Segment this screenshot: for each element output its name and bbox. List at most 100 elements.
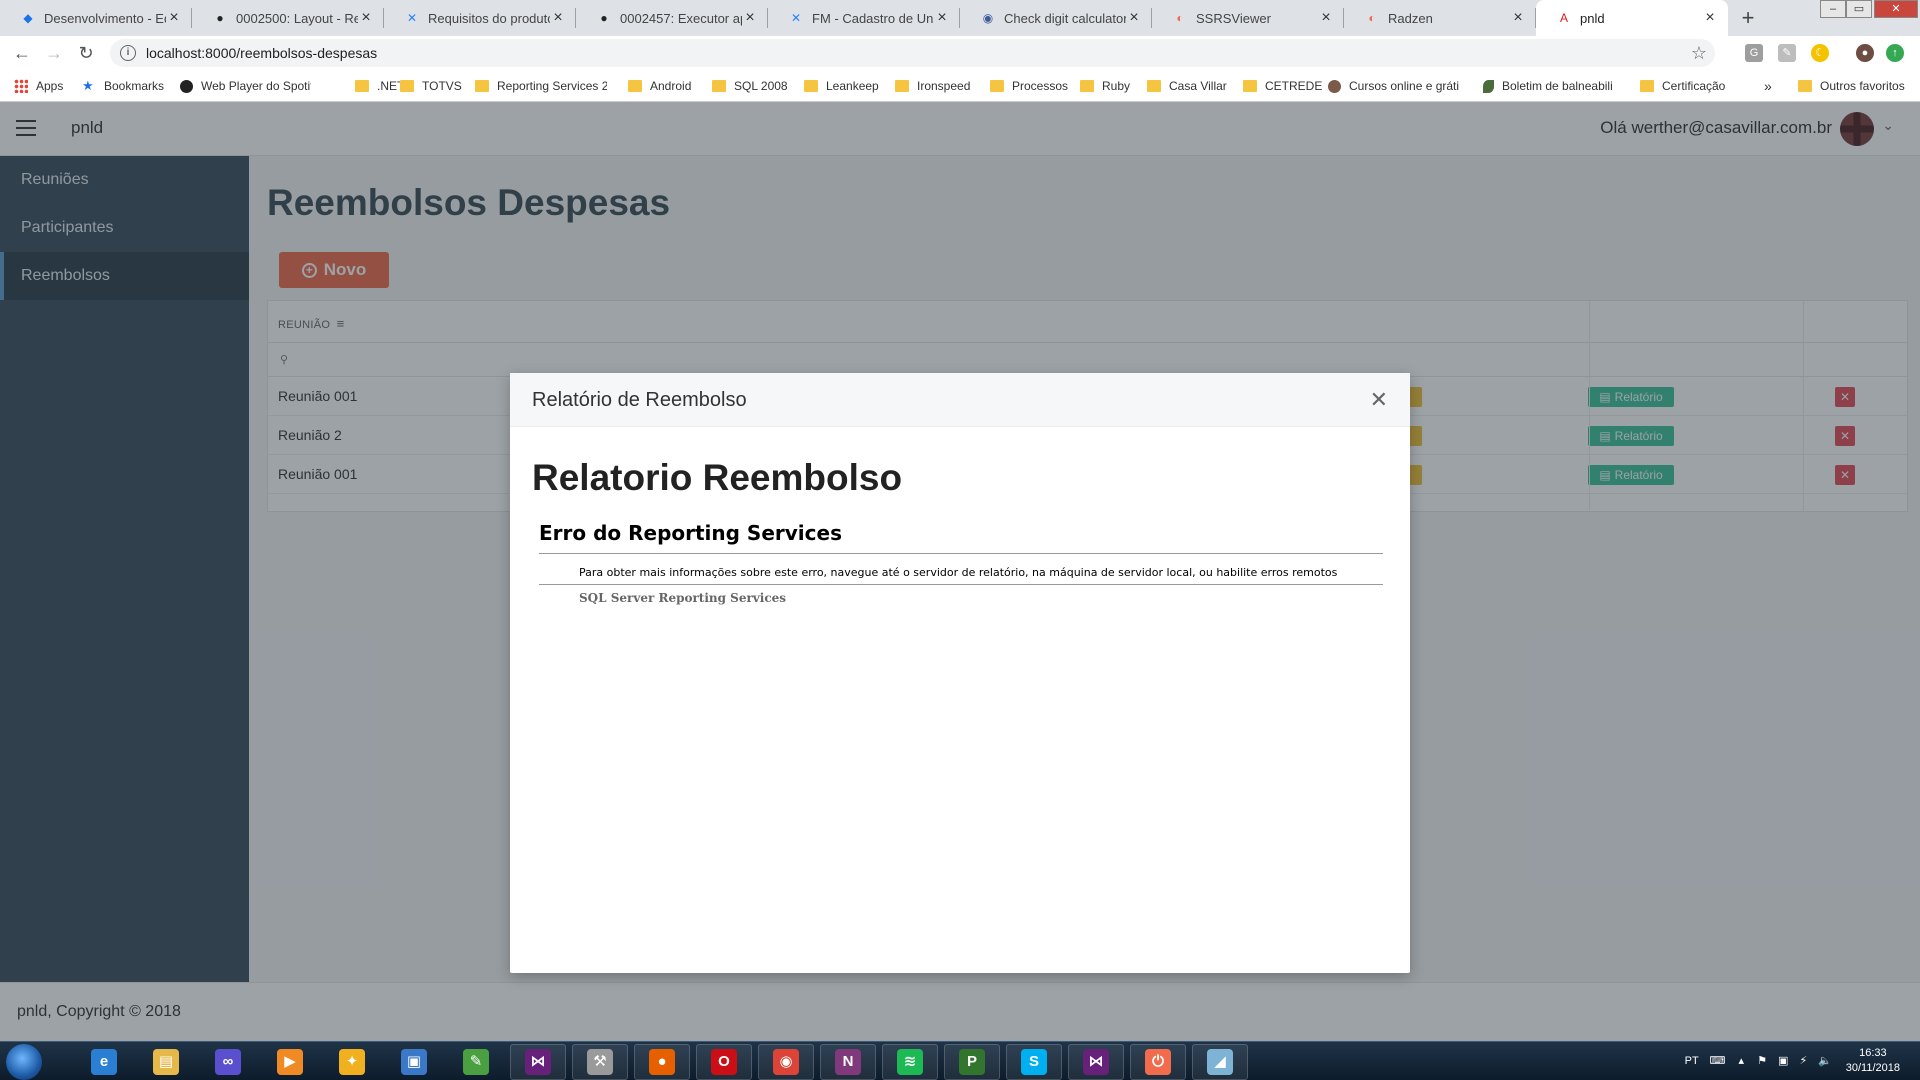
- folder-icon: [628, 80, 642, 92]
- taskbar-app[interactable]: ⏻: [1130, 1044, 1186, 1080]
- taskbar-app[interactable]: P: [944, 1044, 1000, 1080]
- app-root: pnld Olá werther@casavillar.com.br ⌄ Reu…: [0, 102, 1920, 1041]
- tab-close-icon[interactable]: ×: [166, 9, 182, 27]
- address-bar[interactable]: i localhost:8000/reembolsos-despesas ☆: [110, 39, 1715, 67]
- url-text: localhost:8000/reembolsos-despesas: [146, 45, 378, 61]
- report-heading: Relatorio Reembolso: [532, 457, 903, 498]
- leaf-icon: [1483, 79, 1494, 93]
- browser-toolbar: ← → ↻ i localhost:8000/reembolsos-despes…: [0, 36, 1920, 70]
- taskbar-app[interactable]: S: [1006, 1044, 1062, 1080]
- tray-expand-icon[interactable]: ▴: [1739, 1055, 1745, 1067]
- bookmark-item[interactable]: Processos: [990, 76, 1068, 96]
- taskbar-app[interactable]: ●: [634, 1044, 690, 1080]
- modal-header: Relatório de Reembolso ✕: [510, 373, 1410, 427]
- skype-icon: S: [1021, 1049, 1047, 1075]
- taskbar-app[interactable]: ⋈: [510, 1044, 566, 1080]
- angular-icon: A: [1559, 11, 1568, 25]
- taskbar-app[interactable]: ▶: [262, 1044, 318, 1080]
- power-icon[interactable]: ⚡: [1800, 1055, 1808, 1067]
- close-window-button[interactable]: ✕: [1874, 0, 1918, 18]
- infinity-icon: ∞: [215, 1049, 241, 1075]
- bookmark-item[interactable]: SQL 2008: [712, 76, 788, 96]
- bookmark-item[interactable]: Ruby: [1080, 76, 1130, 96]
- extension-moon-icon[interactable]: ☾: [1811, 44, 1829, 62]
- taskbar-app[interactable]: ▣: [386, 1044, 442, 1080]
- forward-icon[interactable]: →: [42, 41, 66, 65]
- bookmark-item[interactable]: Boletim de balneabili: [1483, 76, 1612, 96]
- browser-tab[interactable]: Apnld ×: [1536, 0, 1728, 36]
- folder-icon: [475, 80, 489, 92]
- browser-tab[interactable]: ◐ SSRSViewer ×: [1152, 0, 1344, 36]
- browser-tab[interactable]: ◉ Check digit calculator - ×: [960, 0, 1152, 36]
- azure-devops-icon: ◆: [23, 11, 33, 25]
- keyboard-icon[interactable]: ⌨: [1710, 1055, 1726, 1067]
- more-bookmarks-icon[interactable]: »: [1764, 76, 1772, 96]
- browser-tab[interactable]: ◐ Radzen ×: [1344, 0, 1536, 36]
- tab-close-icon[interactable]: ×: [550, 9, 566, 27]
- taskbar-app[interactable]: O: [696, 1044, 752, 1080]
- taskbar-app[interactable]: ≋: [882, 1044, 938, 1080]
- bookmark-item[interactable]: CETREDE: [1243, 76, 1322, 96]
- tab-close-icon[interactable]: ×: [1126, 9, 1142, 27]
- bookmark-item[interactable]: Casa Villar: [1147, 76, 1227, 96]
- other-bookmarks[interactable]: Outros favoritos: [1798, 76, 1905, 96]
- flag-icon[interactable]: ⚑: [1757, 1055, 1767, 1067]
- bookmark-item[interactable]: Reporting Services 20: [475, 76, 607, 96]
- taskbar-app[interactable]: ▤: [138, 1044, 194, 1080]
- browser-tab[interactable]: ◆ Desenvolvimento - Equi×: [0, 0, 192, 36]
- bookmark-item[interactable]: ★ Bookmarks: [82, 76, 164, 96]
- language-indicator[interactable]: PT: [1685, 1055, 1699, 1067]
- bookmark-item[interactable]: Android: [628, 76, 691, 96]
- back-icon[interactable]: ←: [10, 41, 34, 65]
- tab-close-icon[interactable]: ×: [358, 9, 374, 27]
- browser-tab[interactable]: ✕ Requisitos do produto - ×: [384, 0, 576, 36]
- bookmark-item[interactable]: Apps: [14, 76, 63, 96]
- taskbar-app[interactable]: ◉: [758, 1044, 814, 1080]
- bookmark-label: CETREDE: [1265, 79, 1323, 93]
- browser-tab[interactable]: ● 0002457: Executor apro×: [576, 0, 768, 36]
- bookmark-item[interactable]: .NET: [355, 76, 404, 96]
- taskbar-app[interactable]: ◢: [1192, 1044, 1248, 1080]
- tab-close-icon[interactable]: ×: [1702, 9, 1718, 27]
- visual-studio-code-icon: ⋈: [1083, 1049, 1109, 1075]
- tab-title: SSRSViewer: [1196, 10, 1271, 26]
- bookmark-item[interactable]: Ironspeed: [895, 76, 970, 96]
- taskbar-app[interactable]: N: [820, 1044, 876, 1080]
- bookmark-label: Bookmarks: [104, 79, 165, 93]
- volume-icon[interactable]: 🔈: [1818, 1055, 1832, 1067]
- bookmark-item[interactable]: Certificação: [1640, 76, 1725, 96]
- new-tab-button[interactable]: +: [1736, 6, 1760, 30]
- bookmark-item[interactable]: Web Player do Spotif: [180, 76, 311, 96]
- info-icon[interactable]: i: [120, 45, 136, 61]
- taskbar-app[interactable]: e: [76, 1044, 132, 1080]
- network-icon[interactable]: ▣: [1778, 1055, 1788, 1067]
- bookmark-star-icon[interactable]: ☆: [1691, 43, 1707, 64]
- tools-icon: ✦: [339, 1049, 365, 1075]
- tab-close-icon[interactable]: ×: [742, 9, 758, 27]
- tab-title: 0002457: Executor apro: [620, 10, 742, 26]
- taskbar-app[interactable]: ✦: [324, 1044, 380, 1080]
- bookmark-item[interactable]: TOTVS: [400, 76, 462, 96]
- clock[interactable]: 16:33 30/11/2018: [1846, 1046, 1900, 1076]
- extension-update-icon[interactable]: ↑: [1886, 44, 1904, 62]
- taskbar-app[interactable]: ⚒: [572, 1044, 628, 1080]
- reload-icon[interactable]: ↻: [74, 41, 98, 65]
- minimize-button[interactable]: –: [1820, 0, 1846, 18]
- profile-avatar-icon[interactable]: ●: [1856, 44, 1874, 62]
- taskbar-app[interactable]: ✎: [448, 1044, 504, 1080]
- close-icon[interactable]: ✕: [1370, 387, 1388, 413]
- extension-g-icon[interactable]: G: [1745, 44, 1763, 62]
- bookmark-item[interactable]: Cursos online e gráti: [1328, 76, 1459, 96]
- extension-feather-icon[interactable]: ✎: [1778, 44, 1796, 62]
- tab-title: Desenvolvimento - Equi: [44, 10, 166, 26]
- tab-close-icon[interactable]: ×: [1510, 9, 1526, 27]
- start-button[interactable]: [6, 1044, 42, 1080]
- tab-close-icon[interactable]: ×: [1318, 9, 1334, 27]
- taskbar-app[interactable]: ⋈: [1068, 1044, 1124, 1080]
- browser-tab[interactable]: ✕ FM - Cadastro de Unida×: [768, 0, 960, 36]
- tab-close-icon[interactable]: ×: [934, 9, 950, 27]
- bookmark-item[interactable]: Leankeep: [804, 76, 879, 96]
- browser-tab[interactable]: ● 0002500: Layout - Relat×: [192, 0, 384, 36]
- maximize-button[interactable]: ▭: [1846, 0, 1872, 18]
- taskbar-app[interactable]: ∞: [200, 1044, 256, 1080]
